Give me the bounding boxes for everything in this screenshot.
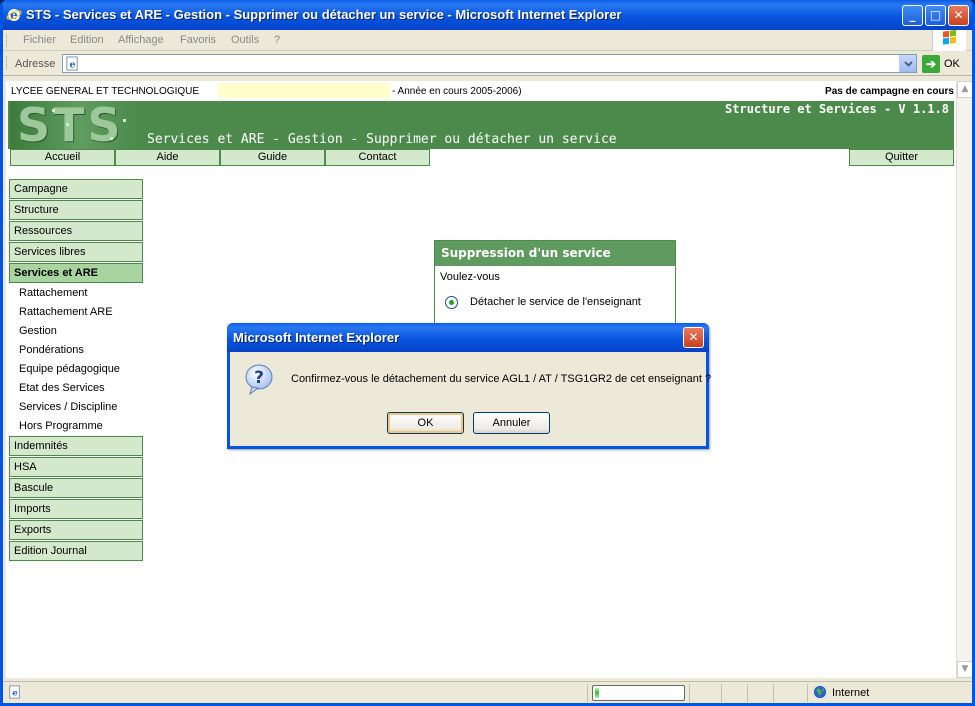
menu-help[interactable]: ?	[274, 34, 280, 46]
sidebar-item-services-libres[interactable]: Services libres	[9, 242, 143, 262]
sidebar-item-campagne[interactable]: Campagne	[9, 179, 143, 199]
current-year: - Année en cours 2005-2006)	[392, 86, 522, 97]
logo-sparkle	[110, 137, 113, 140]
sidebar-subitem-equipe-pedagogique[interactable]: Equipe pédagogique	[19, 363, 120, 375]
app-banner: STS Structure et Services - V 1.1.8 Serv…	[8, 101, 954, 149]
detach-service-label[interactable]: Détacher le service de l'enseignant	[470, 296, 641, 308]
question-icon: ?	[245, 364, 273, 395]
sidebar-item-hsa[interactable]: HSA	[9, 457, 143, 477]
sidebar-subitem-etat-des-services[interactable]: Etat des Services	[19, 382, 105, 394]
sidebar-subitem-services-discipline[interactable]: Services / Discipline	[19, 401, 117, 413]
browser-window: e STS - Services et ARE - Gestion - Supp…	[0, 0, 975, 706]
chevron-down-icon	[904, 61, 913, 67]
sidebar-subitem-rattachement[interactable]: Rattachement	[19, 287, 87, 299]
globe-icon	[813, 685, 827, 699]
logo-sparkle	[123, 119, 126, 122]
sidebar-subitem-gestion[interactable]: Gestion	[19, 325, 57, 337]
dialog-title: Microsoft Internet Explorer	[233, 330, 400, 345]
scroll-up-button[interactable]: ▲	[957, 81, 972, 98]
minimize-button[interactable]: _	[902, 5, 923, 26]
top-navigation: Accueil Aide Guide Contact Quitter	[8, 149, 954, 166]
sts-logo: STS	[10, 101, 138, 149]
maximize-button[interactable]: □	[925, 5, 946, 26]
dialog-close-button[interactable]: ✕	[683, 327, 704, 348]
nav-contact[interactable]: Contact	[325, 149, 430, 166]
sidebar-item-indemnites[interactable]: Indemnités	[9, 436, 143, 456]
progress-fill	[595, 688, 599, 698]
vertical-scrollbar[interactable]: ▲ ▼	[956, 81, 972, 678]
loading-progress-bar	[592, 685, 685, 701]
status-bar: e Internet	[3, 681, 972, 703]
internet-explorer-icon: e	[6, 8, 22, 22]
go-button[interactable]: ➔ OK	[922, 55, 964, 73]
go-label: OK	[944, 58, 960, 70]
nav-accueil[interactable]: Accueil	[10, 149, 115, 166]
scroll-down-button[interactable]: ▼	[957, 661, 972, 678]
nav-quitter[interactable]: Quitter	[849, 149, 954, 166]
svg-text:e: e	[70, 59, 76, 70]
svg-text:?: ?	[254, 368, 264, 388]
address-label: Adresse	[15, 58, 56, 70]
campaign-status: Pas de campagne en cours	[825, 86, 954, 97]
dialog-message: Confirmez-vous le détachement du service…	[291, 373, 712, 385]
info-bar: LYCEE GENERAL ET TECHNOLOGIQUE - Année e…	[6, 81, 956, 101]
address-input[interactable]: e	[62, 54, 917, 73]
menu-favoris[interactable]: Favoris	[180, 34, 216, 46]
svg-text:e: e	[10, 8, 18, 22]
window-title: STS - Services et ARE - Gestion - Suppri…	[26, 7, 622, 22]
menu-outils[interactable]: Outils	[231, 34, 259, 46]
sidebar-item-bascule[interactable]: Bascule	[9, 478, 143, 498]
page-title: Services et ARE - Gestion - Supprimer ou…	[147, 132, 617, 147]
sidebar-item-exports[interactable]: Exports	[9, 520, 143, 540]
status-separator	[807, 684, 808, 702]
detach-service-radio[interactable]	[445, 296, 458, 309]
panel-title: Suppression d'un service	[435, 241, 675, 266]
logo-sparkle	[52, 109, 55, 112]
dialog-title-bar[interactable]: Microsoft Internet Explorer ✕	[227, 323, 709, 352]
logo-sparkle	[66, 123, 69, 126]
cancel-button[interactable]: Annuler	[473, 412, 550, 434]
close-button[interactable]: ✕	[948, 5, 969, 26]
sidebar-subitem-hors-programme[interactable]: Hors Programme	[19, 420, 103, 432]
sidebar-subitem-ponderations[interactable]: Pondérations	[19, 344, 84, 356]
go-arrow-icon: ➔	[922, 55, 940, 73]
sidebar-item-services-et-are[interactable]: Services et ARE	[9, 263, 143, 283]
toolbar-grip[interactable]	[6, 56, 9, 69]
sidebar-item-imports[interactable]: Imports	[9, 499, 143, 519]
status-separator	[689, 684, 690, 702]
school-name: LYCEE GENERAL ET TECHNOLOGIQUE	[11, 86, 200, 97]
sidebar-subitem-rattachement-are[interactable]: Rattachement ARE	[19, 306, 113, 318]
sidebar-item-structure[interactable]: Structure	[9, 200, 143, 220]
security-zone-label: Internet	[832, 687, 870, 699]
nav-aide[interactable]: Aide	[115, 149, 220, 166]
status-separator	[721, 684, 722, 702]
menu-edition[interactable]: Edition	[70, 34, 104, 46]
ok-button[interactable]: OK	[387, 412, 464, 434]
menu-bar: Fichier Edition Affichage Favoris Outils…	[3, 29, 972, 51]
sidebar-item-ressources[interactable]: Ressources	[9, 221, 143, 241]
page-icon: e	[66, 56, 78, 71]
sidebar-item-edition-journal[interactable]: Edition Journal	[9, 541, 143, 561]
panel-question: Voulez-vous	[440, 271, 500, 283]
delete-service-panel: Suppression d'un service Voulez-vous Dét…	[434, 240, 676, 336]
windows-logo-icon	[932, 29, 966, 51]
address-bar: Adresse e ➔ OK	[3, 52, 972, 76]
confirm-dialog: Microsoft Internet Explorer ✕ ? Confirme…	[227, 323, 712, 449]
svg-text:e: e	[12, 689, 18, 699]
status-separator	[587, 684, 588, 702]
sts-logo-text: STS	[17, 98, 124, 152]
title-bar[interactable]: e STS - Services et ARE - Gestion - Supp…	[3, 0, 972, 30]
menu-affichage[interactable]: Affichage	[118, 34, 164, 46]
menu-fichier[interactable]: Fichier	[23, 34, 56, 46]
radio-selected-indicator	[449, 300, 454, 305]
school-highlight	[218, 83, 390, 98]
address-dropdown-button[interactable]	[899, 55, 916, 72]
status-separator	[773, 684, 774, 702]
status-separator	[747, 684, 748, 702]
page-status-icon: e	[9, 685, 20, 699]
toolbar-grip[interactable]	[6, 34, 9, 47]
nav-guide[interactable]: Guide	[220, 149, 325, 166]
app-version: Structure et Services - V 1.1.8	[725, 102, 949, 116]
